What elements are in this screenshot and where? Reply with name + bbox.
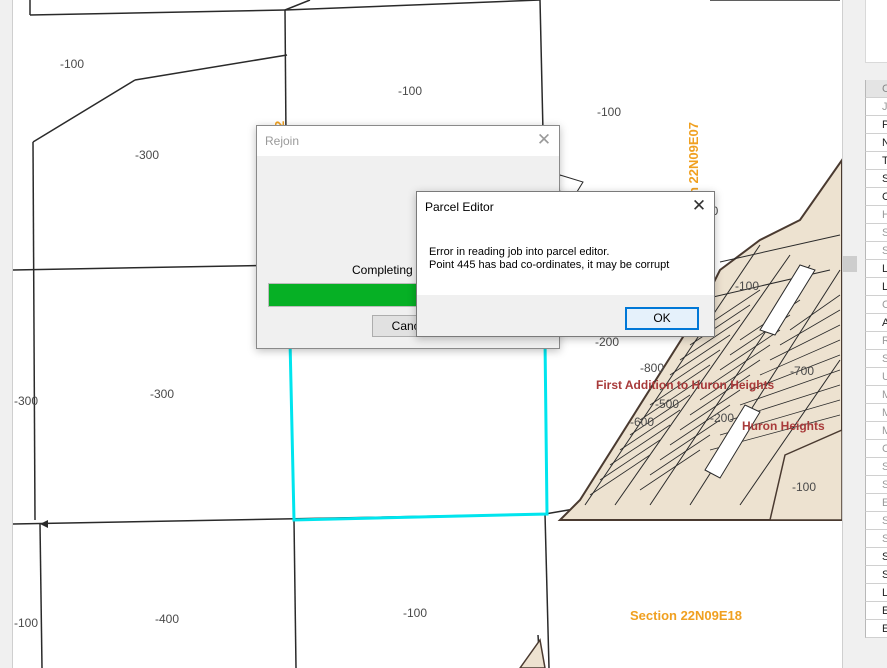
- list-item[interactable]: A: [865, 314, 887, 332]
- list-item[interactable]: J: [865, 98, 887, 116]
- list-item[interactable]: M: [865, 422, 887, 440]
- subdivision-label: First Addition to Huron Heights: [596, 378, 775, 392]
- ok-button[interactable]: OK: [625, 307, 699, 330]
- svg-text:-100: -100: [597, 105, 621, 119]
- list-item[interactable]: P: [865, 116, 887, 134]
- svg-text:-300: -300: [150, 387, 174, 401]
- list-item[interactable]: C: [865, 80, 887, 98]
- dialog-footer: OK: [417, 295, 714, 336]
- error-message-line: Point 445 has bad co-ordinates, it may b…: [429, 259, 670, 271]
- list-item[interactable]: S: [865, 224, 887, 242]
- list-item[interactable]: E: [865, 620, 887, 638]
- section-label: n 22N09E07: [686, 122, 701, 195]
- svg-text:-100: -100: [60, 57, 84, 71]
- list-item[interactable]: C: [865, 296, 887, 314]
- svg-text:-100: -100: [735, 279, 759, 293]
- list-item[interactable]: S: [865, 170, 887, 188]
- svg-text:-700: -700: [790, 364, 814, 378]
- list-item[interactable]: L: [865, 260, 887, 278]
- list-item[interactable]: S: [865, 350, 887, 368]
- list-item[interactable]: S: [865, 458, 887, 476]
- svg-text:-200: -200: [710, 411, 734, 425]
- attribute-list[interactable]: C J P N T S C H S S L L C A R S U M M M …: [865, 80, 887, 638]
- rejoin-title: Rejoin: [265, 134, 300, 148]
- svg-text:-600: -600: [630, 415, 654, 429]
- list-item[interactable]: S: [865, 548, 887, 566]
- list-item[interactable]: S: [865, 566, 887, 584]
- svg-text:-300: -300: [135, 148, 159, 162]
- list-item[interactable]: T: [865, 152, 887, 170]
- list-item[interactable]: S: [865, 242, 887, 260]
- section-label: Section 22N09E18: [630, 608, 742, 623]
- list-item[interactable]: S: [865, 476, 887, 494]
- list-item[interactable]: U: [865, 368, 887, 386]
- list-item[interactable]: E: [865, 602, 887, 620]
- list-item[interactable]: H: [865, 206, 887, 224]
- svg-text:-500: -500: [655, 397, 679, 411]
- svg-text:-100: -100: [792, 480, 816, 494]
- list-item[interactable]: C: [865, 188, 887, 206]
- rejoin-title-bar[interactable]: Rejoin ✕: [257, 126, 559, 156]
- attribute-panel[interactable]: C J P N T S C H S S L L C A R S U M M M …: [842, 0, 887, 668]
- close-icon[interactable]: ✕: [529, 126, 559, 156]
- list-item[interactable]: S: [865, 512, 887, 530]
- list-item[interactable]: L: [865, 584, 887, 602]
- parcel-editor-title-bar[interactable]: Parcel Editor ✕: [417, 192, 714, 222]
- svg-text:-200: -200: [595, 335, 619, 349]
- error-message: Error in reading job into parcel editor.…: [429, 246, 669, 272]
- panel-scrollbar-thumb[interactable]: [843, 256, 857, 272]
- svg-text:-800: -800: [640, 361, 664, 375]
- list-item[interactable]: L: [865, 278, 887, 296]
- subdivision-label: Huron Heights: [742, 419, 825, 433]
- list-item[interactable]: R: [865, 332, 887, 350]
- list-item[interactable]: M: [865, 404, 887, 422]
- svg-text:-100: -100: [14, 616, 38, 630]
- svg-text:-100: -100: [403, 606, 427, 620]
- left-edge-panel: [0, 0, 13, 668]
- list-item[interactable]: C: [865, 440, 887, 458]
- svg-text:-400: -400: [155, 612, 179, 626]
- close-icon[interactable]: ✕: [684, 192, 714, 222]
- list-item[interactable]: N: [865, 134, 887, 152]
- parcel-editor-title: Parcel Editor: [425, 200, 494, 214]
- error-message-line: Error in reading job into parcel editor.: [429, 246, 610, 258]
- list-item[interactable]: S: [865, 530, 887, 548]
- rejoin-progress-fill: [269, 284, 422, 306]
- attribute-panel-header: [865, 0, 887, 63]
- svg-text:-300: -300: [14, 394, 38, 408]
- svg-text:-100: -100: [398, 84, 422, 98]
- list-item[interactable]: E: [865, 494, 887, 512]
- list-item[interactable]: M: [865, 386, 887, 404]
- parcel-editor-dialog: Parcel Editor ✕ Error in reading job int…: [416, 191, 715, 337]
